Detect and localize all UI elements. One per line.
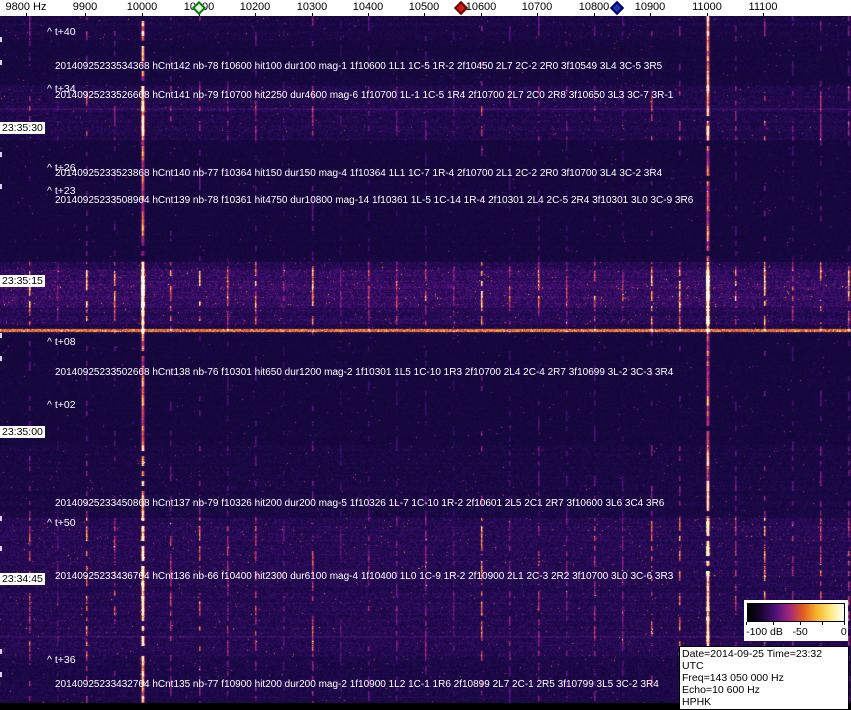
legend-tick	[746, 622, 748, 625]
freq-axis-tick	[26, 13, 27, 16]
info-frequency: Freq=143 050 000 Hz	[682, 672, 784, 684]
freq-axis-tick	[85, 13, 86, 16]
info-echo-frequency: Echo=10 600 Hz	[682, 684, 760, 696]
legend-label: 0	[840, 626, 847, 638]
legend-tick	[773, 622, 775, 625]
freq-axis-tick	[594, 13, 595, 16]
db-scale-legend: -100 dB -50 0	[744, 600, 848, 641]
freq-label: 9800 Hz	[5, 1, 47, 13]
freq-label: 9900	[72, 1, 98, 13]
freq-axis-tick	[650, 13, 651, 16]
freq-axis-tick	[424, 13, 425, 16]
freq-axis-tick	[255, 13, 256, 16]
freq-label: 10900	[634, 1, 666, 13]
spectrogram-waterfall	[0, 16, 851, 703]
blue-diamond-marker	[609, 0, 625, 16]
freq-label: 10700	[521, 1, 553, 13]
freq-label: 10200	[239, 1, 271, 13]
legend-tick	[800, 622, 802, 625]
info-station-code: HPHK	[682, 696, 712, 708]
freq-axis-tick	[537, 13, 538, 16]
legend-tick	[822, 622, 823, 625]
freq-label: 11000	[692, 1, 722, 13]
meteor-echo-spectrogram-app: 9800 Hz990010000101001020010300104001050…	[0, 0, 851, 710]
freq-axis-tick	[707, 13, 708, 16]
freq-axis-tick	[368, 13, 369, 16]
legend-tick	[843, 622, 845, 625]
freq-label: 10500	[408, 1, 440, 13]
freq-axis-tick	[763, 13, 764, 16]
legend-label: -50	[792, 626, 808, 638]
colormap-gradient-bar	[747, 603, 845, 622]
info-date-time: Date=2014-09-25 Time=23:32 UTC	[682, 648, 823, 672]
legend-label: -100 dB	[746, 626, 783, 638]
status-info-box: Date=2014-09-25 Time=23:32 UTC Freq=143 …	[679, 646, 849, 710]
freq-label: 11100	[748, 1, 778, 13]
freq-label: 10600	[465, 1, 497, 13]
freq-axis-tick	[481, 13, 482, 16]
freq-label: 10000	[126, 1, 158, 13]
freq-label: 10300	[296, 1, 328, 13]
freq-label: 10400	[352, 1, 384, 13]
freq-axis-tick	[142, 13, 143, 16]
freq-axis-tick	[312, 13, 313, 16]
frequency-axis: 9800 Hz990010000101001020010300104001050…	[0, 0, 851, 16]
freq-label: 10800	[578, 1, 610, 13]
